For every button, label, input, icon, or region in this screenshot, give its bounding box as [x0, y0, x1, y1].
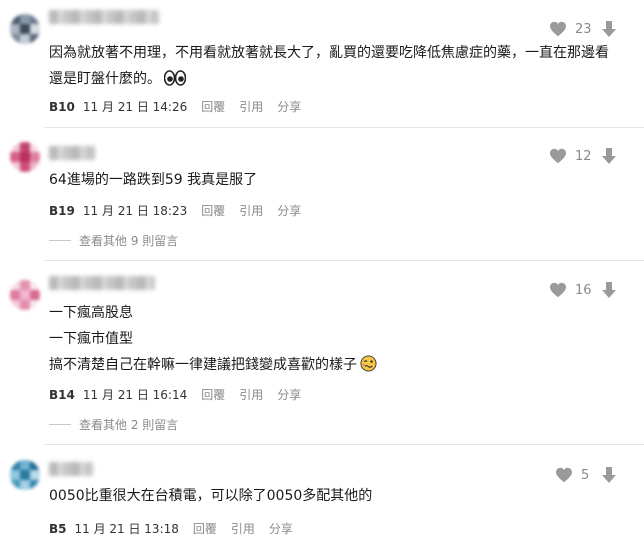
reply-button[interactable]: 回覆	[193, 520, 217, 537]
heart-icon[interactable]	[549, 21, 567, 37]
author-name[interactable]	[49, 10, 159, 24]
author-name[interactable]	[49, 462, 93, 476]
like-control: 16	[549, 281, 617, 299]
reply-button[interactable]: 回覆	[201, 386, 225, 403]
share-button[interactable]: 分享	[277, 386, 301, 403]
heart-icon[interactable]	[549, 282, 567, 298]
like-control: 12	[549, 147, 617, 165]
quote-button[interactable]: 引用	[231, 520, 255, 537]
floor-number: B14	[49, 387, 75, 402]
comment-meta: B14 11 月 21 日 16:14 回覆 引用 分享	[49, 386, 301, 403]
floor-number: B5	[49, 521, 67, 536]
comment-divider	[44, 444, 644, 445]
view-more-replies[interactable]: 查看其他 9 則留言	[49, 232, 178, 249]
timestamp: 11 月 21 日 16:14	[82, 388, 188, 402]
share-button[interactable]: 分享	[277, 202, 301, 219]
like-control: 23	[549, 20, 617, 38]
comment-text: 因為就放著不用理，不用看就放著就長大了，亂買的還要吃降低焦慮症的藥，一直在那邊看…	[49, 45, 609, 87]
view-more-replies-label: 查看其他 9 則留言	[79, 234, 179, 248]
view-more-replies[interactable]: 查看其他 2 則留言	[49, 416, 178, 433]
share-button[interactable]: 分享	[269, 520, 293, 537]
comment-text: 一下瘋高股息 一下瘋市值型 搞不清楚自己在幹嘛一律建議把錢變成喜歡的樣子	[49, 300, 377, 378]
comment-meta: B5 11 月 21 日 13:18 回覆 引用 分享	[49, 520, 293, 537]
like-count: 23	[575, 21, 592, 37]
down-arrow-icon[interactable]	[601, 147, 617, 165]
replies-dash	[49, 424, 71, 425]
comment-meta: B10 11 月 21 日 14:26 回覆 引用 分享	[49, 98, 301, 115]
like-count: 5	[581, 467, 590, 483]
quote-button[interactable]: 引用	[239, 202, 263, 219]
reply-button[interactable]: 回覆	[201, 98, 225, 115]
heart-icon[interactable]	[555, 467, 573, 483]
avatar[interactable]	[10, 14, 40, 44]
avatar[interactable]	[10, 280, 40, 310]
avatar[interactable]	[10, 142, 40, 172]
woozy-face-emoji	[360, 355, 377, 372]
floor-number: B10	[49, 99, 75, 114]
comment-divider	[44, 127, 644, 128]
like-count: 12	[575, 148, 592, 164]
comment-divider	[44, 260, 644, 261]
comment-meta: B19 11 月 21 日 18:23 回覆 引用 分享	[49, 202, 301, 219]
timestamp: 11 月 21 日 18:23	[82, 204, 188, 218]
floor-number: B19	[49, 203, 75, 218]
replies-dash	[49, 240, 71, 241]
timestamp: 11 月 21 日 14:26	[82, 100, 188, 114]
like-count: 16	[575, 282, 592, 298]
quote-button[interactable]: 引用	[239, 98, 263, 115]
like-control: 5	[555, 466, 617, 484]
down-arrow-icon[interactable]	[601, 20, 617, 38]
comment-text: 0050比重很大在台積電，可以除了0050多配其他的	[49, 488, 373, 504]
view-more-replies-label: 查看其他 2 則留言	[79, 418, 179, 432]
author-name[interactable]	[49, 276, 155, 290]
comment-text: 64進場的一路跌到59 我真是服了	[49, 172, 258, 188]
share-button[interactable]: 分享	[277, 98, 301, 115]
timestamp: 11 月 21 日 13:18	[74, 522, 179, 536]
avatar[interactable]	[10, 460, 40, 490]
down-arrow-icon[interactable]	[601, 466, 617, 484]
eyes-emoji	[164, 70, 186, 86]
reply-button[interactable]: 回覆	[201, 202, 225, 219]
heart-icon[interactable]	[549, 148, 567, 164]
author-name[interactable]	[49, 146, 95, 160]
down-arrow-icon[interactable]	[601, 281, 617, 299]
quote-button[interactable]: 引用	[239, 386, 263, 403]
